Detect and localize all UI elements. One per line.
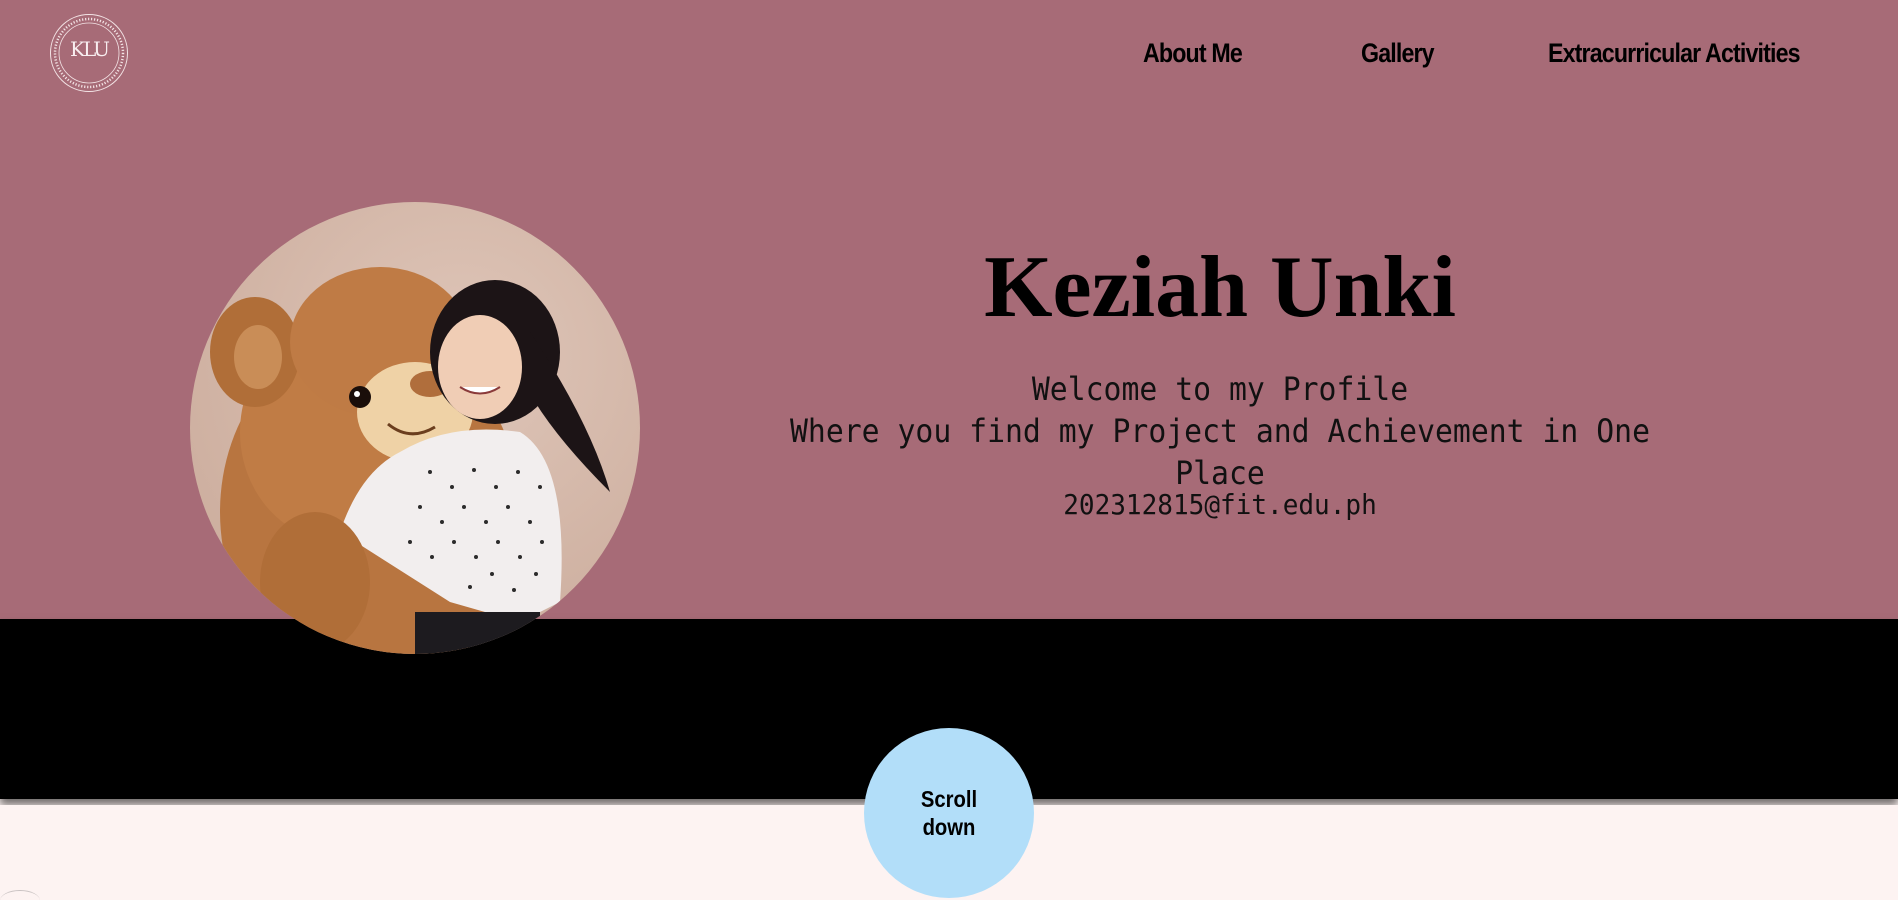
nav-gallery[interactable]: Gallery: [1361, 38, 1435, 69]
profile-name: Keziah Unki: [984, 239, 1456, 336]
scroll-down-button[interactable]: Scroll down: [864, 728, 1034, 898]
logo-monogram: KLU: [70, 37, 110, 61]
page: KLU About Me Gallery Extracurricular Act…: [0, 0, 1898, 900]
email-address: 202312815@fit.edu.ph: [1063, 488, 1377, 521]
welcome-line-1: Welcome to my Profile: [1031, 370, 1409, 408]
nav-extracurricular-activities[interactable]: Extracurricular Activities: [1548, 38, 1801, 69]
profile-photo: [190, 202, 640, 654]
welcome-line-2: Where you find my Project and Achievemen…: [789, 412, 1651, 492]
scroll-down-label: Scroll down: [920, 786, 978, 840]
profile-photo-illustration: [210, 267, 610, 654]
logo[interactable]: KLU: [50, 14, 128, 92]
nav-about-me[interactable]: About Me: [1143, 38, 1243, 69]
welcome-text: Welcome to my Profile Where you find my …: [736, 368, 1703, 494]
